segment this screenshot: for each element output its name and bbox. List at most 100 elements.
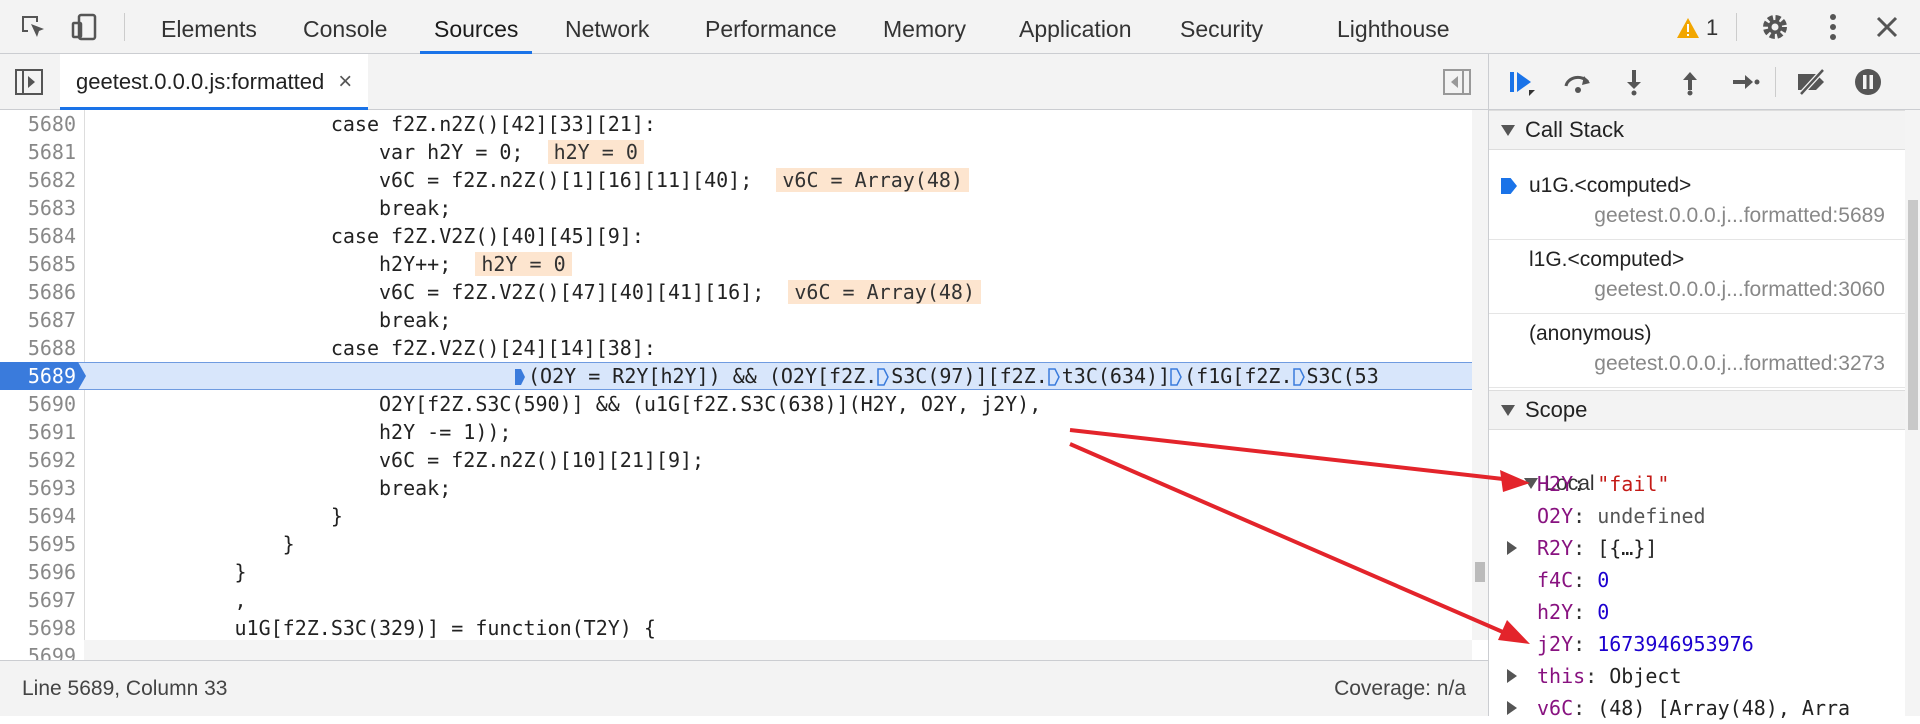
inline-breakpoint-icon[interactable] — [1170, 368, 1182, 386]
line-number[interactable]: 5685 — [0, 250, 76, 278]
scope-variable[interactable]: h2Y: 0 — [1489, 596, 1905, 628]
code-line[interactable]: O2Y[f2Z.S3C(590)] && (u1G[f2Z.S3C(638)](… — [90, 390, 1041, 418]
line-number-current[interactable]: 5689 — [0, 362, 76, 390]
inline-breakpoint-icon[interactable] — [877, 368, 890, 386]
scope-variable[interactable]: this: Object — [1489, 660, 1905, 692]
code-line[interactable]: , — [90, 586, 246, 614]
toggle-navigator-icon[interactable] — [12, 65, 46, 99]
tab-application[interactable]: Application — [1019, 0, 1132, 53]
tab-console[interactable]: Console — [303, 0, 387, 53]
line-number[interactable]: 5687 — [0, 306, 76, 334]
device-toolbar-icon[interactable] — [68, 10, 102, 44]
code-line[interactable]: v6C = f2Z.V2Z()[47][40][41][16]; v6C = A… — [90, 278, 982, 306]
tab-network[interactable]: Network — [565, 0, 649, 53]
toggle-debugger-icon[interactable] — [1440, 65, 1474, 99]
scope-variable[interactable]: R2Y: [{…}] — [1489, 532, 1905, 564]
code-line[interactable]: case f2Z.n2Z()[42][33][21]: — [90, 110, 656, 138]
local-scope-header[interactable]: Local — [1489, 436, 1905, 495]
scrollbar-thumb[interactable] — [1475, 562, 1485, 582]
scope-variable[interactable]: O2Y: undefined — [1489, 500, 1905, 532]
frame-location[interactable]: geetest.0.0.0.j...formatted:5689 — [1594, 204, 1885, 228]
code-line[interactable]: break; — [90, 306, 451, 334]
frame-location[interactable]: geetest.0.0.0.j...formatted:3060 — [1594, 278, 1885, 302]
line-number[interactable]: 5690 — [0, 390, 76, 418]
frame-location[interactable]: geetest.0.0.0.j...formatted:3273 — [1594, 352, 1885, 376]
code-line[interactable]: break; — [90, 474, 451, 502]
code-line[interactable]: case f2Z.V2Z()[24][14][38]: — [90, 334, 656, 362]
gear-icon[interactable] — [1758, 10, 1792, 44]
step-over-icon[interactable] — [1561, 65, 1595, 99]
expand-triangle-icon[interactable] — [1507, 701, 1517, 715]
line-number[interactable]: 5681 — [0, 138, 76, 166]
inline-breakpoint-icon[interactable] — [1292, 368, 1305, 386]
scope-header[interactable]: Scope — [1489, 390, 1905, 430]
tab-security[interactable]: Security — [1180, 0, 1263, 53]
call-frame[interactable]: l1G.<computed> geetest.0.0.0.j...formatt… — [1489, 240, 1905, 314]
call-frame[interactable]: (anonymous) geetest.0.0.0.j...formatted:… — [1489, 314, 1905, 388]
code-line[interactable]: break; — [90, 194, 451, 222]
step-into-icon[interactable] — [1617, 65, 1651, 99]
scrollbar-thumb[interactable] — [1908, 200, 1918, 430]
code-text: h2Y++; — [90, 252, 452, 276]
code-line[interactable]: } — [90, 558, 246, 586]
line-number[interactable]: 5683 — [0, 194, 76, 222]
code-line[interactable]: v6C = f2Z.n2Z()[1][16][11][40]; v6C = Ar… — [90, 166, 969, 194]
close-icon[interactable] — [1870, 10, 1904, 44]
coverage-status[interactable]: Coverage: n/a — [1334, 677, 1466, 701]
tab-elements[interactable]: Elements — [161, 0, 257, 53]
line-number[interactable]: 5686 — [0, 278, 76, 306]
code-line[interactable]: h2Y -= 1)); — [90, 418, 511, 446]
code-line[interactable]: var h2Y = 0; h2Y = 0 — [90, 138, 644, 166]
sidebar-scrollbar[interactable] — [1905, 110, 1920, 716]
call-stack-title: Call Stack — [1525, 117, 1625, 142]
line-number[interactable]: 5688 — [0, 334, 76, 362]
scope-variable[interactable]: v6C: (48) [Array(48), Arra — [1489, 692, 1905, 724]
tab-memory[interactable]: Memory — [883, 0, 966, 53]
code-line[interactable]: case f2Z.V2Z()[40][45][9]: — [90, 222, 644, 250]
inline-breakpoint-icon[interactable] — [514, 368, 526, 386]
tab-lighthouse[interactable]: Lighthouse — [1337, 0, 1450, 53]
deactivate-breakpoints-icon[interactable] — [1795, 65, 1829, 99]
pause-on-exceptions-icon[interactable] — [1851, 65, 1885, 99]
line-number[interactable]: 5699 — [0, 642, 76, 660]
more-icon[interactable] — [1816, 10, 1850, 44]
editor-vertical-scrollbar[interactable] — [1472, 110, 1488, 640]
step-out-icon[interactable] — [1673, 65, 1707, 99]
resume-icon[interactable] — [1505, 65, 1539, 99]
file-tab[interactable]: geetest.0.0.0.js:formatted × — [60, 54, 369, 110]
call-stack-header[interactable]: Call Stack — [1489, 110, 1905, 150]
line-number[interactable]: 5680 — [0, 110, 76, 138]
close-tab-icon[interactable]: × — [338, 68, 352, 96]
code-line[interactable]: h2Y++; h2Y = 0 — [90, 250, 572, 278]
line-number[interactable]: 5694 — [0, 502, 76, 530]
scope-variable[interactable]: j2Y: 1673946953976 — [1489, 628, 1905, 660]
scope-variable[interactable]: H2Y: "fail" — [1489, 468, 1905, 500]
line-number[interactable]: 5692 — [0, 446, 76, 474]
editor-horizontal-scrollbar[interactable] — [84, 640, 1472, 660]
tab-performance[interactable]: Performance — [705, 0, 837, 53]
warnings-counter[interactable]: 1 — [1676, 12, 1718, 44]
scope-variable[interactable]: f4C: 0 — [1489, 564, 1905, 596]
code-line[interactable]: } — [90, 530, 295, 558]
line-number[interactable]: 5691 — [0, 418, 76, 446]
call-frame[interactable]: u1G.<computed> geetest.0.0.0.j...formatt… — [1489, 166, 1905, 240]
line-number[interactable]: 5684 — [0, 222, 76, 250]
inspect-icon[interactable] — [16, 10, 50, 44]
code-line[interactable]: u1G[f2Z.S3C(329)] = function(T2Y) { — [90, 614, 655, 642]
expand-triangle-icon[interactable] — [1507, 669, 1517, 683]
tab-sources[interactable]: Sources — [419, 0, 533, 54]
code-editor[interactable]: 5680 5681 5682 5683 5684 5685 5686 5687 … — [0, 110, 1488, 660]
step-icon[interactable] — [1729, 65, 1763, 99]
expand-triangle-icon[interactable] — [1507, 541, 1517, 555]
inline-breakpoint-icon[interactable] — [1048, 368, 1060, 386]
line-number[interactable]: 5696 — [0, 558, 76, 586]
line-number[interactable]: 5698 — [0, 614, 76, 642]
code-line-current[interactable]: (O2Y = R2Y[h2Y]) && (O2Y[f2Z. S3C(97)][f2… — [514, 362, 1379, 390]
line-number[interactable]: 5682 — [0, 166, 76, 194]
line-number[interactable]: 5697 — [0, 586, 76, 614]
line-number[interactable]: 5695 — [0, 530, 76, 558]
variable-name: R2Y — [1537, 536, 1574, 560]
code-line[interactable]: v6C = f2Z.n2Z()[10][21][9]; — [90, 446, 704, 474]
line-number[interactable]: 5693 — [0, 474, 76, 502]
code-line[interactable]: } — [90, 502, 343, 530]
